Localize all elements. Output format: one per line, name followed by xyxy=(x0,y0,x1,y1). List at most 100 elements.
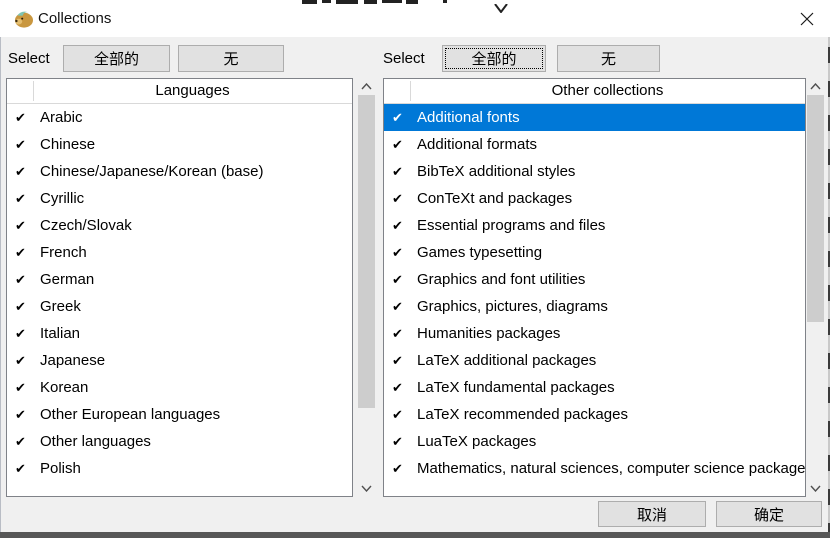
scrollbar-thumb[interactable] xyxy=(807,95,824,322)
list-item-label: Italian xyxy=(33,325,80,342)
checkmark-icon: ✔ xyxy=(384,191,410,207)
list-item-label: Japanese xyxy=(33,352,105,369)
scroll-down-button[interactable] xyxy=(807,480,824,497)
header-column-separator xyxy=(410,81,411,101)
checkmark-icon: ✔ xyxy=(384,110,410,126)
window-border-left xyxy=(0,37,1,532)
list-item-label: Czech/Slovak xyxy=(33,217,132,234)
checkmark-icon: ✔ xyxy=(7,461,33,477)
checkmark-icon: ✔ xyxy=(7,110,33,126)
select-none-collections-button[interactable]: 无 xyxy=(557,45,660,72)
list-item[interactable]: ✔Mathematics, natural sciences, computer… xyxy=(384,455,805,482)
collections-column-header[interactable]: Other collections xyxy=(384,79,805,104)
list-item[interactable]: ✔Cyrillic xyxy=(7,185,352,212)
checkmark-icon: ✔ xyxy=(384,380,410,396)
select-none-languages-button[interactable]: 无 xyxy=(178,45,284,72)
checkmark-icon: ✔ xyxy=(7,272,33,288)
checkmark-icon: ✔ xyxy=(384,245,410,261)
chevron-down-icon xyxy=(361,485,372,492)
list-item[interactable]: ✔French xyxy=(7,239,352,266)
titlebar[interactable]: Collections xyxy=(0,0,830,37)
list-item[interactable]: ✔Other European languages xyxy=(7,401,352,428)
list-item-label: LaTeX fundamental packages xyxy=(410,379,615,396)
checkmark-icon: ✔ xyxy=(384,218,410,234)
background-window-artifact xyxy=(336,0,358,4)
list-item[interactable]: ✔German xyxy=(7,266,352,293)
list-item[interactable]: ✔Polish xyxy=(7,455,352,482)
list-item-label: Chinese xyxy=(33,136,95,153)
select-label-right: Select xyxy=(383,45,425,72)
background-window-artifact xyxy=(364,0,377,4)
list-item[interactable]: ✔Arabic xyxy=(7,104,352,131)
list-item[interactable]: ✔Chinese/Japanese/Korean (base) xyxy=(7,158,352,185)
checkmark-icon: ✔ xyxy=(7,380,33,396)
background-window-artifact xyxy=(302,0,317,4)
list-item[interactable]: ✔Humanities packages xyxy=(384,320,805,347)
list-item[interactable]: ✔LaTeX fundamental packages xyxy=(384,374,805,401)
list-item-label: French xyxy=(33,244,87,261)
list-item-label: Mathematics, natural sciences, computer … xyxy=(410,460,805,477)
list-item-label: Additional formats xyxy=(410,136,537,153)
cancel-button[interactable]: 取消 xyxy=(598,501,706,527)
languages-list: ✔Arabic✔Chinese✔Chinese/Japanese/Korean … xyxy=(7,104,352,482)
list-item[interactable]: ✔Other languages xyxy=(7,428,352,455)
background-window-artifact xyxy=(494,0,510,9)
list-item[interactable]: ✔Japanese xyxy=(7,347,352,374)
checkmark-icon: ✔ xyxy=(7,191,33,207)
list-item[interactable]: ✔LuaTeX packages xyxy=(384,428,805,455)
checkmark-icon: ✔ xyxy=(7,299,33,315)
scroll-down-button[interactable] xyxy=(358,480,375,497)
list-item[interactable]: ✔Czech/Slovak xyxy=(7,212,352,239)
header-column-separator xyxy=(33,81,34,101)
background-window-artifact xyxy=(382,0,402,3)
scroll-up-button[interactable] xyxy=(807,78,824,95)
close-button[interactable] xyxy=(790,4,824,33)
list-item-label: German xyxy=(33,271,94,288)
list-item[interactable]: ✔Chinese xyxy=(7,131,352,158)
checkmark-icon: ✔ xyxy=(7,245,33,261)
languages-column-header[interactable]: Languages xyxy=(7,79,352,104)
checkmark-icon: ✔ xyxy=(7,434,33,450)
list-item-label: Additional fonts xyxy=(410,109,520,126)
select-all-languages-button[interactable]: 全部的 xyxy=(63,45,170,72)
scroll-up-button[interactable] xyxy=(358,78,375,95)
languages-scrollbar[interactable] xyxy=(358,78,375,497)
collections-header-label: Other collections xyxy=(410,79,805,103)
list-item[interactable]: ✔Games typesetting xyxy=(384,239,805,266)
list-item[interactable]: ✔Graphics and font utilities xyxy=(384,266,805,293)
background-window-artifact xyxy=(322,0,331,3)
checkmark-icon: ✔ xyxy=(7,326,33,342)
checkmark-icon: ✔ xyxy=(7,137,33,153)
checkmark-icon: ✔ xyxy=(384,434,410,450)
ok-button[interactable]: 确定 xyxy=(716,501,822,527)
languages-header-label: Languages xyxy=(33,79,352,103)
list-item[interactable]: ✔ConTeXt and packages xyxy=(384,185,805,212)
list-item-label: Graphics and font utilities xyxy=(410,271,585,288)
list-item-label: Graphics, pictures, diagrams xyxy=(410,298,608,315)
checkmark-icon: ✔ xyxy=(384,299,410,315)
list-item[interactable]: ✔Korean xyxy=(7,374,352,401)
list-item[interactable]: ✔BibTeX additional styles xyxy=(384,158,805,185)
close-icon xyxy=(800,12,814,26)
collections-list: ✔Additional fonts✔Additional formats✔Bib… xyxy=(384,104,805,482)
list-item[interactable]: ✔LaTeX additional packages xyxy=(384,347,805,374)
list-item[interactable]: ✔Additional formats xyxy=(384,131,805,158)
scrollbar-thumb[interactable] xyxy=(358,95,375,408)
list-item-label: Arabic xyxy=(33,109,83,126)
collections-scrollbar[interactable] xyxy=(807,78,824,497)
background-window-artifact xyxy=(443,0,447,3)
list-item-label: LuaTeX packages xyxy=(410,433,536,450)
list-item-label: LaTeX recommended packages xyxy=(410,406,628,423)
list-item[interactable]: ✔LaTeX recommended packages xyxy=(384,401,805,428)
background-window-artifact xyxy=(406,0,418,4)
list-item-label: Essential programs and files xyxy=(410,217,605,234)
list-item[interactable]: ✔Additional fonts xyxy=(384,104,805,131)
list-item-label: Greek xyxy=(33,298,81,315)
list-item[interactable]: ✔Graphics, pictures, diagrams xyxy=(384,293,805,320)
list-item[interactable]: ✔Essential programs and files xyxy=(384,212,805,239)
chevron-down-icon xyxy=(810,485,821,492)
select-all-collections-button[interactable]: 全部的 xyxy=(442,45,546,72)
list-item[interactable]: ✔Greek xyxy=(7,293,352,320)
checkmark-icon: ✔ xyxy=(384,353,410,369)
list-item[interactable]: ✔Italian xyxy=(7,320,352,347)
